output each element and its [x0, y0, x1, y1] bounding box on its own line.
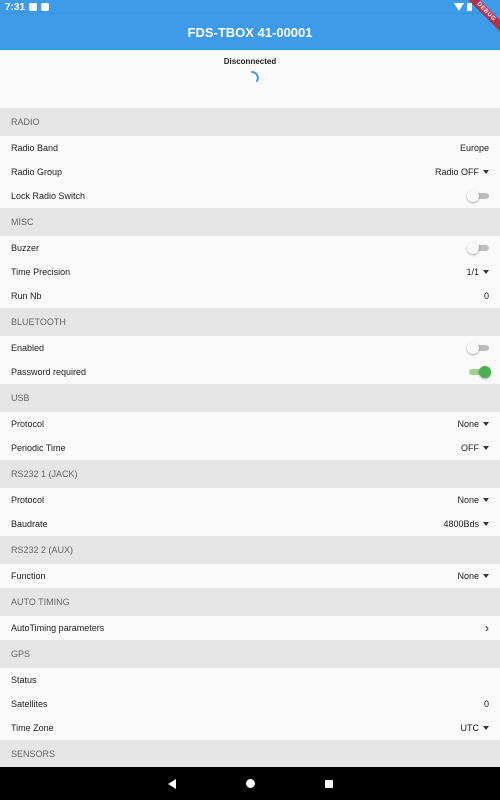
time-precision-value: 1/1	[466, 267, 479, 277]
loading-spinner-icon	[251, 71, 259, 82]
lock-radio-switch-label: Lock Radio Switch	[11, 191, 86, 201]
dropdown-arrow-icon	[483, 726, 489, 730]
lock-radio-switch-toggle[interactable]	[467, 190, 489, 202]
periodic-time-value: OFF	[461, 443, 479, 453]
run-nb-value: 0	[483, 291, 489, 301]
baudrate-label: Baudrate	[11, 519, 48, 529]
debug-ribbon: DEBUG	[463, 0, 500, 35]
usb-protocol-value: None	[457, 419, 479, 429]
chevron-right-icon: ›	[485, 621, 489, 635]
section-header-rs232-2: RS232 2 (AUX)	[0, 536, 500, 564]
notification-icon	[29, 3, 38, 11]
rs232-1-protocol-value: None	[457, 495, 479, 505]
run-nb-label: Run Nb	[11, 291, 42, 301]
status-bar: 7:31	[0, 0, 500, 14]
section-header-radio: RADIO	[0, 108, 500, 136]
radio-group-value: Radio OFF	[434, 167, 479, 177]
rs232-2-function-dropdown[interactable]: None	[457, 571, 489, 581]
run-nb-row: Run Nb 0	[0, 284, 500, 308]
time-precision-dropdown[interactable]: 1/1	[466, 267, 489, 277]
dropdown-arrow-icon	[483, 498, 489, 502]
periodic-time-row: Periodic Time OFF	[0, 436, 500, 460]
app-title: FDS-TBOX 41-00001	[187, 24, 313, 40]
radio-group-label: Radio Group	[11, 167, 63, 177]
connection-panel: Disconnected	[0, 50, 500, 106]
navigation-bar	[0, 767, 500, 800]
rs232-2-function-value: None	[457, 571, 479, 581]
buzzer-toggle[interactable]	[467, 242, 489, 254]
radio-band-value: Europe	[459, 143, 489, 153]
bluetooth-enabled-label: Enabled	[11, 343, 45, 353]
dropdown-arrow-icon	[483, 422, 489, 426]
dropdown-arrow-icon	[483, 574, 489, 578]
time-zone-value: UTC	[460, 723, 480, 733]
usb-protocol-label: Protocol	[11, 419, 45, 429]
rs232-1-protocol-row: Protocol None	[0, 488, 500, 512]
connection-status: Disconnected	[223, 57, 277, 66]
radio-group-row: Radio Group Radio OFF	[0, 160, 500, 184]
debug-ribbon-container: DEBUG	[460, 0, 500, 40]
bluetooth-enabled-toggle[interactable]	[467, 342, 489, 354]
time-zone-dropdown[interactable]: UTC	[460, 723, 489, 733]
radio-band-label: Radio Band	[11, 143, 59, 153]
time-zone-label: Time Zone	[11, 723, 54, 733]
section-header-auto-timing: AUTO TIMING	[0, 588, 500, 616]
gps-status-row: Status	[0, 668, 500, 692]
periodic-time-dropdown[interactable]: OFF	[461, 443, 489, 453]
buzzer-row: Buzzer	[0, 236, 500, 260]
autotiming-parameters-label: AutoTiming parameters	[11, 623, 105, 633]
satellites-row: Satellites 0	[0, 692, 500, 716]
rs232-2-function-label: Function	[11, 571, 46, 581]
satellites-label: Satellites	[11, 699, 48, 709]
app-bar: FDS-TBOX 41-00001 DEBUG	[0, 0, 500, 50]
rs232-1-protocol-label: Protocol	[11, 495, 45, 505]
section-header-usb: USB	[0, 384, 500, 412]
bluetooth-enabled-row: Enabled	[0, 336, 500, 360]
status-time: 7:31	[5, 1, 26, 13]
recent-apps-icon[interactable]	[324, 779, 333, 788]
gps-status-label: Status	[11, 675, 37, 685]
satellites-value: 0	[483, 699, 489, 709]
dropdown-arrow-icon	[483, 522, 489, 526]
radio-band-row: Radio Band Europe	[0, 136, 500, 160]
password-required-row: Password required	[0, 360, 500, 384]
rs232-1-protocol-dropdown[interactable]: None	[457, 495, 489, 505]
periodic-time-label: Periodic Time	[11, 443, 66, 453]
dropdown-arrow-icon	[483, 170, 489, 174]
lock-radio-switch-row: Lock Radio Switch	[0, 184, 500, 208]
usb-protocol-dropdown[interactable]: None	[457, 419, 489, 429]
buzzer-label: Buzzer	[11, 243, 40, 253]
section-header-misc: MISC	[0, 208, 500, 236]
baudrate-row: Baudrate 4800Bds	[0, 512, 500, 536]
home-icon[interactable]	[245, 779, 255, 788]
back-icon[interactable]	[167, 778, 176, 789]
rs232-2-function-row: Function None	[0, 564, 500, 588]
password-required-toggle[interactable]	[467, 366, 491, 378]
radio-group-dropdown[interactable]: Radio OFF	[435, 167, 489, 177]
baudrate-value: 4800Bds	[443, 519, 479, 529]
section-header-bluetooth: BLUETOOTH	[0, 308, 500, 336]
section-header-gps: GPS	[0, 640, 500, 668]
autotiming-parameters-row[interactable]: AutoTiming parameters ›	[0, 616, 500, 640]
time-precision-row: Time Precision 1/1	[0, 260, 500, 284]
password-required-label: Password required	[11, 367, 87, 377]
time-precision-label: Time Precision	[11, 267, 71, 277]
usb-protocol-row: Protocol None	[0, 412, 500, 436]
baudrate-dropdown[interactable]: 4800Bds	[443, 519, 489, 529]
settings-list: RADIO Radio Band Europe Radio Group Radi…	[0, 108, 500, 768]
section-header-sensors: SENSORS	[0, 740, 500, 768]
time-zone-row: Time Zone UTC	[0, 716, 500, 740]
sd-card-icon	[41, 3, 50, 11]
dropdown-arrow-icon	[483, 270, 489, 274]
section-header-rs232-1: RS232 1 (JACK)	[0, 460, 500, 488]
dropdown-arrow-icon	[483, 446, 489, 450]
